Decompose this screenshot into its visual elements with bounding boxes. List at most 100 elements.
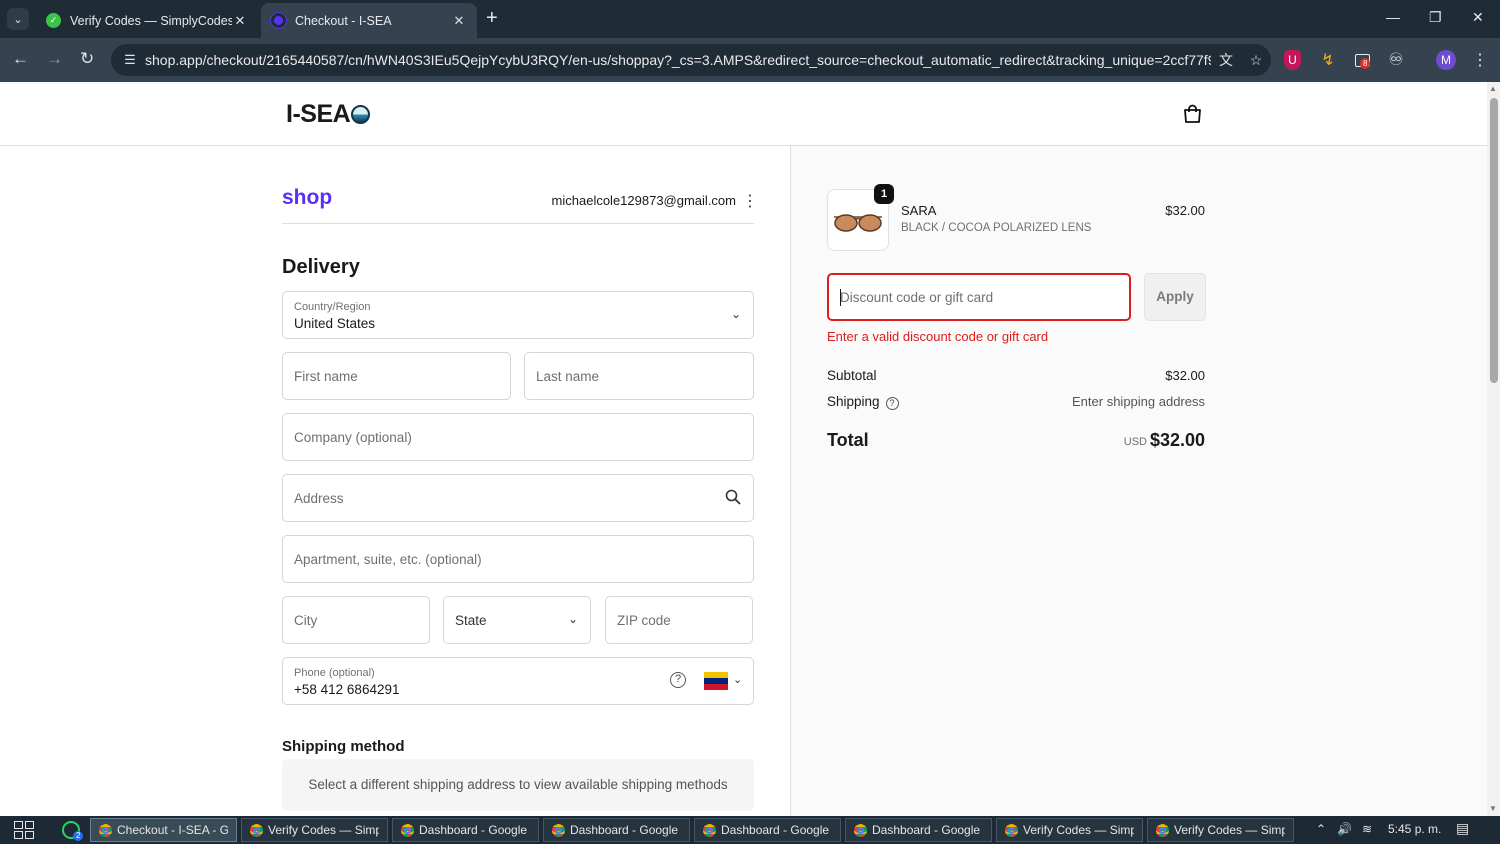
taskbar-app-dashboard[interactable]: Dashboard - Google ...	[694, 818, 841, 842]
chrome-icon	[99, 823, 112, 837]
store-logo[interactable]: I-SEA	[286, 100, 371, 129]
windows-start-icon[interactable]	[14, 821, 34, 839]
state-placeholder: State	[455, 613, 487, 628]
tab-title: Checkout - I-SEA	[295, 13, 392, 28]
account-menu-icon[interactable]: ⋮	[742, 191, 758, 211]
taskbar-app-verify-codes[interactable]: Verify Codes — Simp...	[241, 818, 388, 842]
help-question-icon[interactable]: ?	[670, 672, 686, 688]
taskbar-app-dashboard[interactable]: Dashboard - Google ...	[543, 818, 690, 842]
discount-code-input[interactable]: Discount code or gift card	[827, 273, 1131, 321]
tab-counter-extension-icon[interactable]: 8	[1352, 50, 1372, 70]
close-window-icon[interactable]: ✕	[1472, 9, 1484, 26]
windows-taskbar: 2 Checkout - I-SEA - G... Verify Codes —…	[0, 816, 1500, 844]
scroll-up-icon[interactable]: ▲	[1489, 84, 1497, 93]
subtotal-value: $32.00	[1165, 368, 1205, 383]
chrome-icon	[1156, 823, 1169, 837]
minimize-icon[interactable]: —	[1386, 9, 1400, 25]
taskbar-app-dashboard[interactable]: Dashboard - Google ...	[845, 818, 992, 842]
tab-checkout[interactable]: Checkout - I-SEA ✕	[261, 3, 477, 38]
browser-menu-icon[interactable]: ⋮	[1470, 50, 1490, 70]
chevron-down-icon: ⌄	[567, 612, 578, 626]
chrome-icon	[401, 823, 414, 837]
page-scrollbar[interactable]: ▲ ▼	[1487, 82, 1500, 816]
search-icon	[725, 489, 741, 505]
taskbar-app-checkout[interactable]: Checkout - I-SEA - G...	[90, 818, 237, 842]
shipping-label: Shipping	[827, 394, 880, 409]
chevron-down-icon[interactable]: ⌄	[733, 673, 742, 686]
chrome-icon	[552, 823, 565, 837]
taskbar-app-verify-codes[interactable]: Verify Codes — Simp...	[1147, 818, 1294, 842]
ublock-extension-icon[interactable]: U	[1284, 50, 1301, 70]
company-field[interactable]: Company (optional)	[282, 413, 754, 461]
phone-value: +58 412 6864291	[294, 682, 400, 697]
reload-icon[interactable]: ↻	[80, 49, 94, 69]
close-tab-icon[interactable]: ✕	[451, 13, 467, 29]
browser-toolbar: ← → ↻ ☰ shop.app/checkout/2165440587/cn/…	[0, 38, 1500, 82]
site-info-icon[interactable]: ☰	[115, 52, 145, 68]
restore-icon[interactable]: ❐	[1429, 9, 1442, 26]
shop-pay-logo: shop	[282, 186, 333, 209]
tab-verify-codes[interactable]: ✓ Verify Codes — SimplyCodes ✕	[36, 3, 258, 38]
tray-chevron-up-icon[interactable]: ⌃	[1316, 822, 1326, 836]
zip-field[interactable]: ZIP code	[605, 596, 753, 644]
volume-icon[interactable]: 🔊	[1337, 822, 1352, 836]
address-bar[interactable]: ☰ shop.app/checkout/2165440587/cn/hWN40S…	[111, 44, 1271, 76]
back-icon[interactable]: ←	[12, 49, 29, 69]
network-icon[interactable]: ≋	[1362, 822, 1372, 836]
first-name-placeholder: First name	[294, 369, 358, 384]
taskbar-app-verify-codes[interactable]: Verify Codes — Simp...	[996, 818, 1143, 842]
last-name-field[interactable]: Last name	[524, 352, 754, 400]
close-tab-icon[interactable]: ✕	[232, 13, 248, 29]
city-field[interactable]: City	[282, 596, 430, 644]
account-email: michaelcole129873@gmail.com	[551, 193, 736, 208]
country-value: United States	[294, 316, 376, 331]
delivery-heading: Delivery	[282, 256, 360, 278]
translate-icon[interactable]: 文	[1211, 50, 1241, 70]
phone-field[interactable]: Phone (optional) +58 412 6864291 ? ⌄	[282, 657, 754, 705]
tab-search-button[interactable]: ⌄	[7, 8, 29, 30]
scroll-down-icon[interactable]: ▼	[1489, 804, 1497, 813]
chevron-down-icon: ⌄	[13, 13, 23, 26]
chrome-icon	[250, 823, 263, 837]
apply-discount-button[interactable]: Apply	[1144, 273, 1206, 321]
profile-avatar[interactable]: M	[1436, 50, 1456, 70]
chrome-icon	[1005, 823, 1018, 837]
product-name: SARA	[901, 203, 937, 218]
store-header: I-SEA	[0, 82, 1487, 146]
total-currency: USD	[1123, 436, 1147, 448]
shopping-bag-icon[interactable]	[1183, 104, 1202, 124]
city-placeholder: City	[294, 613, 318, 628]
shipping-method-heading: Shipping method	[282, 738, 405, 755]
address-field[interactable]: Address	[282, 474, 754, 522]
browser-tabstrip: ⌄ ✓ Verify Codes — SimplyCodes ✕ Checkou…	[0, 0, 1500, 38]
address-placeholder: Address	[294, 491, 344, 506]
whatsapp-icon[interactable]: 2	[62, 821, 84, 841]
help-question-icon[interactable]: ?	[885, 397, 899, 410]
shipping-method-notice: Select a different shipping address to v…	[282, 759, 754, 811]
extensions-puzzle-icon[interactable]: ♾	[1386, 50, 1406, 70]
taskbar-app-dashboard[interactable]: Dashboard - Google ...	[392, 818, 539, 842]
first-name-field[interactable]: First name	[282, 352, 511, 400]
lightning-extension-icon[interactable]: ↯	[1318, 50, 1338, 70]
state-select[interactable]: State ⌄	[443, 596, 591, 644]
whatsapp-badge: 2	[73, 831, 84, 841]
zip-placeholder: ZIP code	[617, 613, 671, 628]
url-text[interactable]: shop.app/checkout/2165440587/cn/hWN40S3I…	[145, 52, 1211, 68]
chevron-down-icon: ⌄	[730, 307, 741, 321]
scrollbar-thumb[interactable]	[1490, 98, 1498, 383]
venezuela-flag-icon[interactable]	[704, 672, 728, 690]
country-select[interactable]: Country/Region United States ⌄	[282, 291, 754, 339]
chrome-icon	[854, 823, 867, 837]
apartment-field[interactable]: Apartment, suite, etc. (optional)	[282, 535, 754, 583]
text-cursor	[840, 289, 841, 306]
clock-time[interactable]: 5:45 p. m.	[1388, 822, 1441, 836]
forward-icon[interactable]: →	[46, 49, 63, 69]
bookmark-star-icon[interactable]: ☆	[1241, 52, 1271, 69]
shop-favicon-icon	[271, 13, 286, 28]
simplycodes-favicon-icon: ✓	[46, 13, 61, 28]
last-name-placeholder: Last name	[536, 369, 600, 384]
company-placeholder: Company (optional)	[294, 430, 412, 445]
quantity-badge: 1	[874, 184, 894, 204]
new-tab-icon[interactable]: +	[486, 8, 498, 28]
notifications-icon[interactable]: ▤	[1456, 820, 1469, 837]
